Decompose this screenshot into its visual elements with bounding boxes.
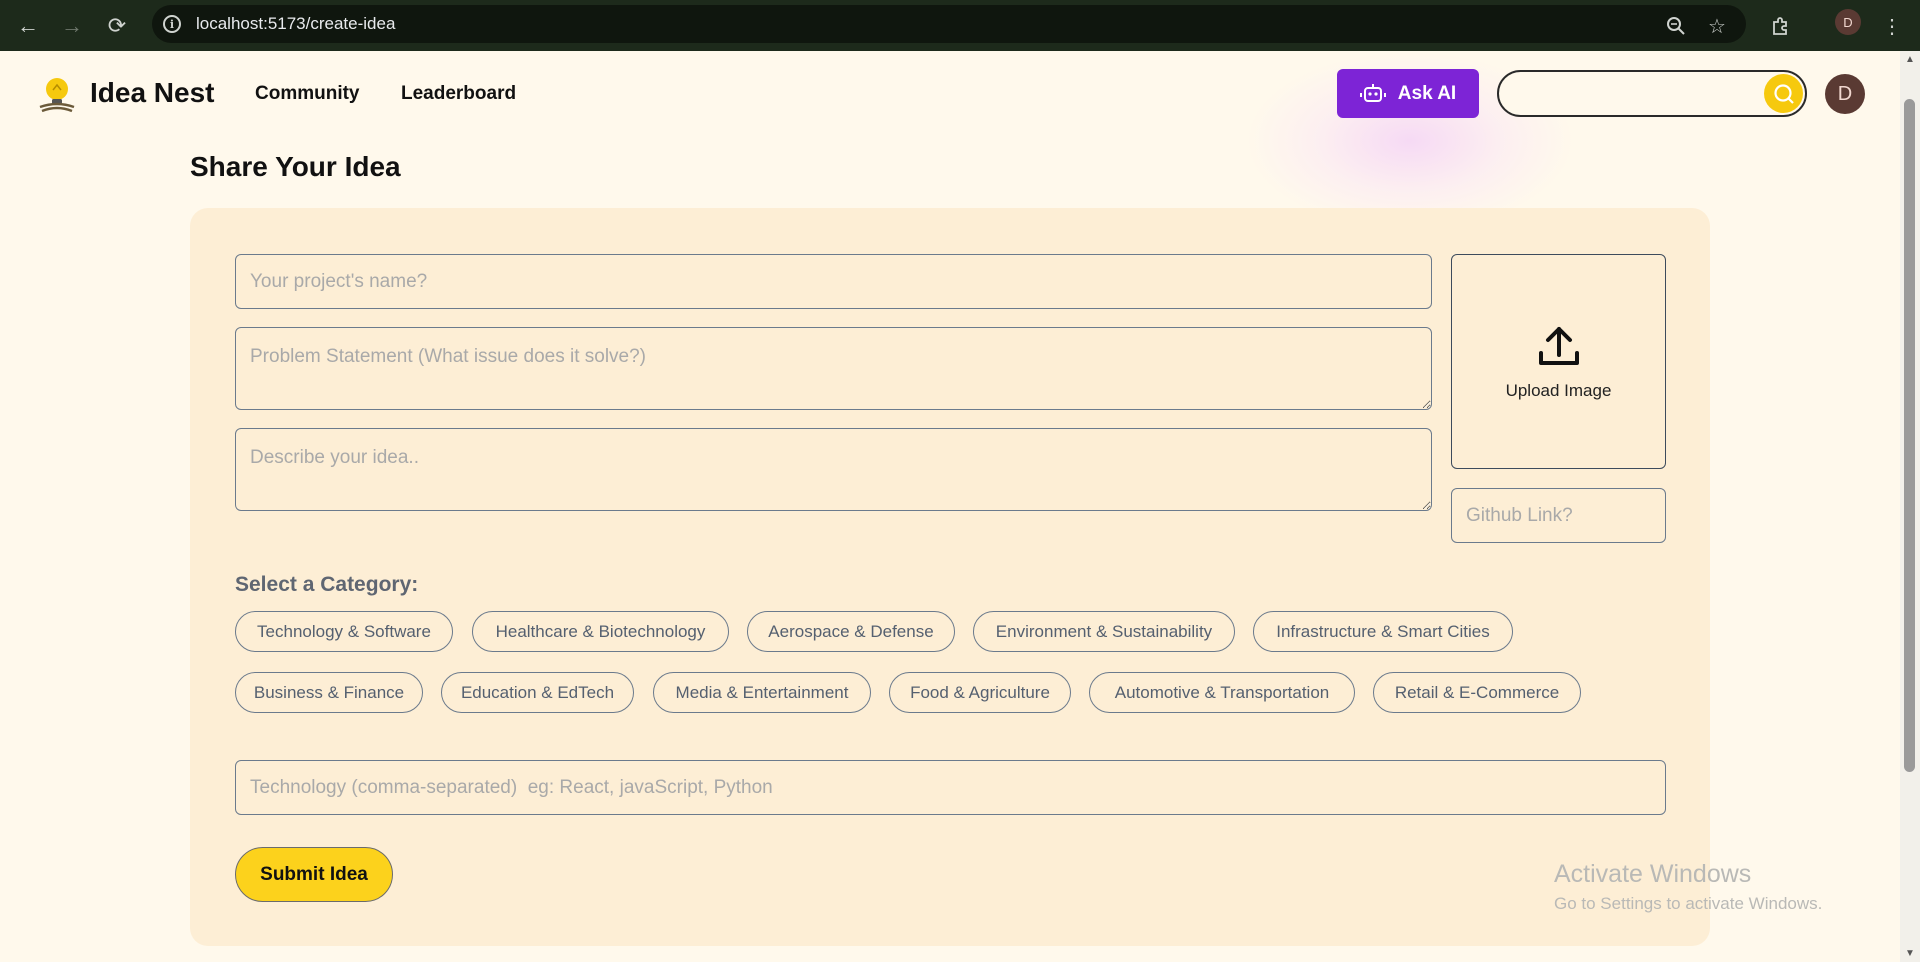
- upload-icon: [1538, 326, 1579, 365]
- github-link-input[interactable]: [1451, 488, 1666, 543]
- browser-menu-icon[interactable]: ⋮: [1876, 10, 1908, 42]
- page-title: Share Your Idea: [190, 151, 401, 182]
- search-button[interactable]: [1764, 74, 1803, 113]
- category-title: Select a Category:: [235, 573, 419, 596]
- description-textarea[interactable]: [235, 428, 1432, 511]
- category-chip-media[interactable]: Media & Entertainment: [653, 672, 871, 713]
- search-bar: [1497, 70, 1807, 117]
- category-chip-retail[interactable]: Retail & E-Commerce: [1373, 672, 1581, 713]
- address-bar[interactable]: i localhost:5173/create-idea: [152, 5, 1746, 43]
- scroll-up-icon[interactable]: ▲: [1905, 54, 1915, 65]
- app-header: Idea Nest Community Leaderboard Ask AI D: [0, 51, 1900, 231]
- extensions-icon[interactable]: [1765, 10, 1797, 42]
- nav-link-leaderboard[interactable]: Leaderboard: [401, 83, 516, 105]
- search-input[interactable]: [1515, 80, 1755, 108]
- nav-link-community[interactable]: Community: [255, 83, 360, 105]
- user-avatar[interactable]: D: [1825, 74, 1865, 114]
- category-chip-healthcare[interactable]: Healthcare & Biotechnology: [472, 611, 729, 652]
- scroll-down-icon[interactable]: ▼: [1905, 948, 1915, 959]
- upload-image-label: Upload Image: [1505, 380, 1612, 400]
- category-chip-environment[interactable]: Environment & Sustainability: [973, 611, 1235, 652]
- windows-activation-title: Activate Windows: [1554, 860, 1752, 888]
- forward-icon[interactable]: →: [56, 10, 88, 42]
- submit-idea-button[interactable]: Submit Idea: [235, 847, 393, 902]
- category-chip-aerospace[interactable]: Aerospace & Defense: [747, 611, 955, 652]
- browser-toolbar: ← → ⟳ i localhost:5173/create-idea ☆ D ⋮: [0, 0, 1920, 51]
- search-icon: [1773, 83, 1794, 104]
- category-chip-technology[interactable]: Technology & Software: [235, 611, 453, 652]
- idea-nest-logo-icon: [39, 78, 75, 113]
- page-scrollbar[interactable]: ▲ ▼: [1900, 51, 1920, 962]
- category-chip-automotive[interactable]: Automotive & Transportation: [1089, 672, 1355, 713]
- bookmark-star-icon[interactable]: ☆: [1701, 10, 1733, 42]
- windows-activation-subtitle: Go to Settings to activate Windows.: [1554, 894, 1823, 913]
- category-chip-education[interactable]: Education & EdTech: [441, 672, 634, 713]
- reload-icon[interactable]: ⟳: [101, 10, 133, 42]
- category-chip-business[interactable]: Business & Finance: [235, 672, 423, 713]
- zoom-icon[interactable]: [1660, 10, 1692, 42]
- ask-ai-button[interactable]: Ask AI: [1337, 69, 1479, 118]
- problem-statement-textarea[interactable]: [235, 327, 1432, 410]
- scroll-thumb[interactable]: [1904, 99, 1915, 772]
- back-icon[interactable]: ←: [12, 10, 44, 42]
- url-text: localhost:5173/create-idea: [196, 14, 396, 33]
- category-chip-infrastructure[interactable]: Infrastructure & Smart Cities: [1253, 611, 1513, 652]
- ask-ai-label: Ask AI: [1397, 82, 1457, 104]
- brand-name[interactable]: Idea Nest: [90, 77, 215, 109]
- project-name-input[interactable]: [235, 254, 1432, 309]
- category-chip-food[interactable]: Food & Agriculture: [889, 672, 1071, 713]
- site-info-icon[interactable]: i: [163, 15, 181, 33]
- browser-profile-icon[interactable]: D: [1835, 9, 1861, 35]
- technology-input[interactable]: [235, 760, 1666, 815]
- robot-icon: [1359, 83, 1386, 102]
- upload-image-dropzone[interactable]: Upload Image: [1451, 254, 1666, 469]
